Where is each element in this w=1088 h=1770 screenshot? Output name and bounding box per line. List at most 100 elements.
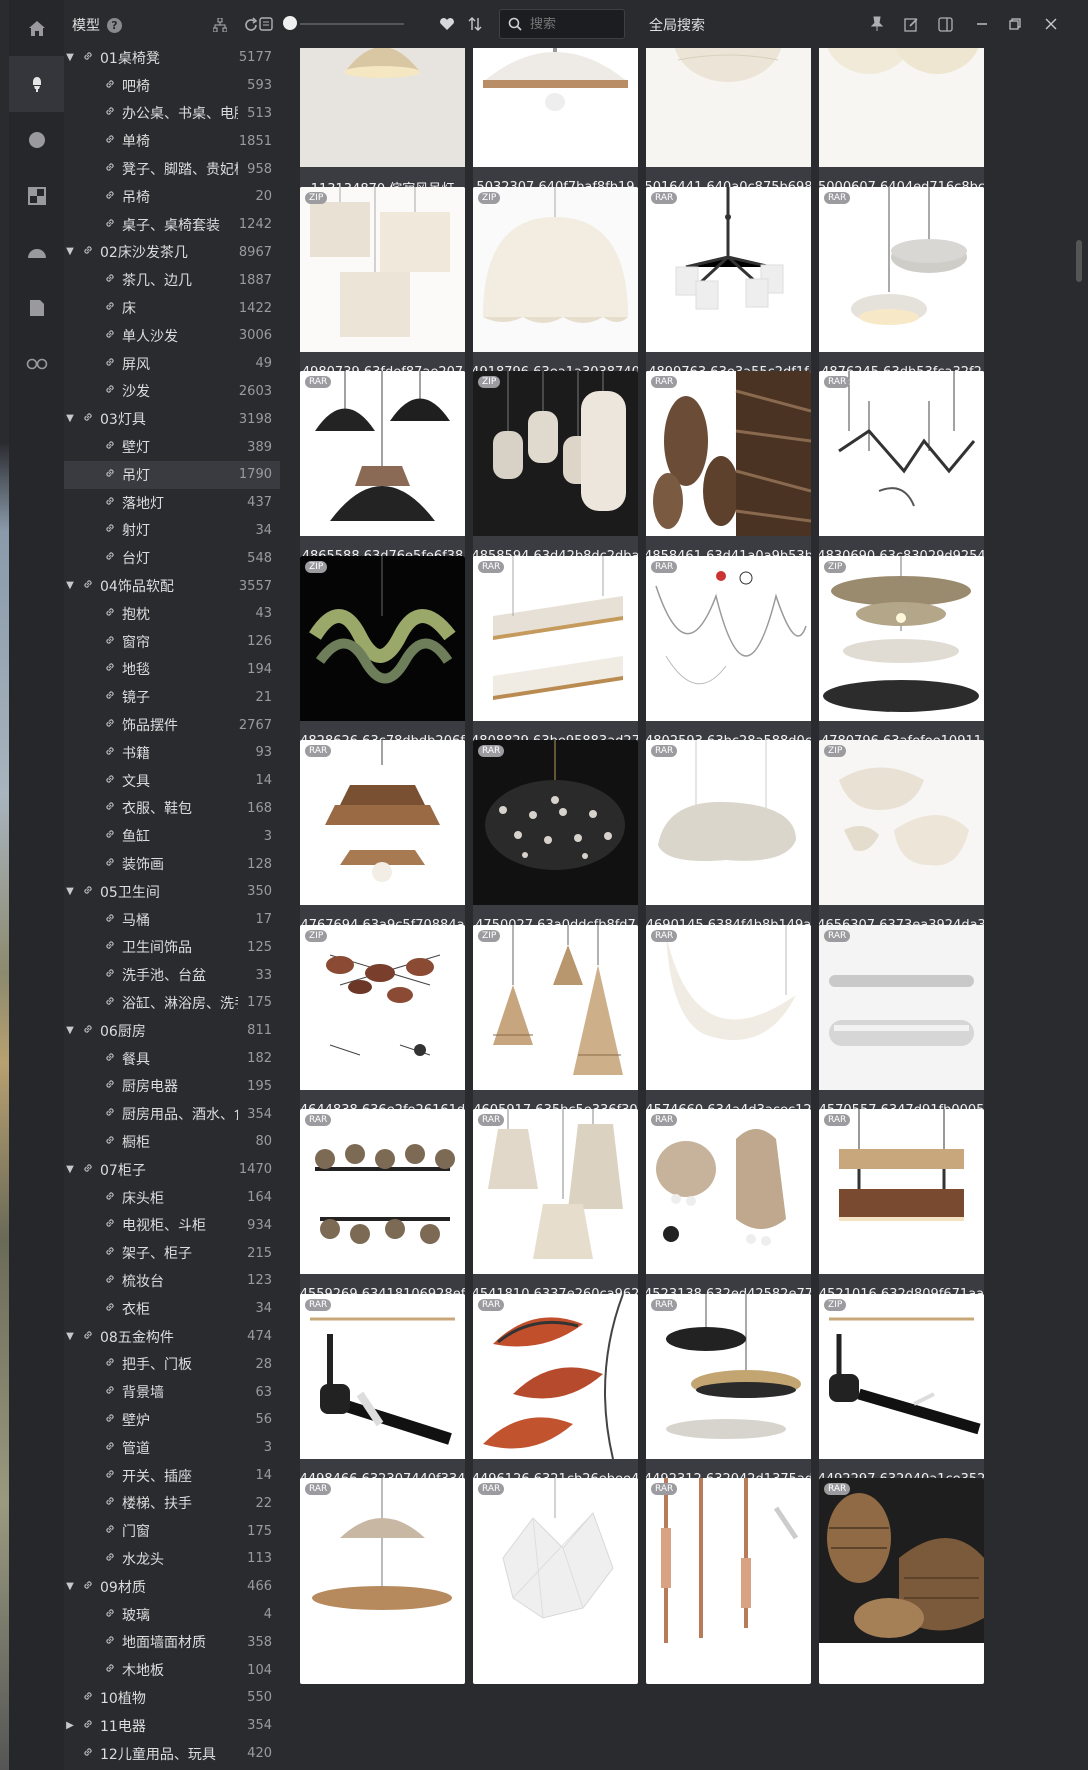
model-card[interactable]: RAR4574660.634a4d3acec12 [646,924,811,1131]
model-thumbnail[interactable] [473,371,638,536]
model-card[interactable]: RAR4750027.63a0ddcfb8fd7 [473,740,638,946]
model-icon[interactable] [9,56,64,112]
favorite-heart-icon[interactable] [435,12,459,36]
tree-item[interactable]: 单椅 1851 [64,127,280,155]
model-thumbnail[interactable] [300,1109,465,1274]
model-card[interactable]: RAR4570557.6347d91fb0005 [819,924,984,1131]
model-thumbnail[interactable] [646,924,811,1090]
grid-size-icon[interactable] [254,12,278,36]
model-card[interactable]: RAR4521016.632d809f671aa [819,1109,984,1315]
tree-category[interactable]: ▼ 06厨房 811 [64,1017,280,1045]
tree-item[interactable]: 吊椅 20 [64,183,280,211]
model-card[interactable]: RAR4802593.63bc28a588d0c [646,555,811,762]
model-card[interactable]: 5016441.640a0c875b698 [646,48,811,208]
model-card[interactable]: RAR4498466.632307440f334 [300,1293,465,1500]
model-thumbnail[interactable] [819,371,984,536]
tree-item[interactable]: 落地灯 437 [64,489,280,517]
tree-category[interactable]: 12儿童用品、玩具 420 [64,1740,280,1768]
tree-item[interactable]: 抱枕 43 [64,600,280,628]
model-thumbnail[interactable] [646,371,811,536]
tree-item[interactable]: 厨房用品、酒水、食 354 [64,1100,280,1128]
tree-category[interactable]: ▼ 02床沙发茶几 8967 [64,239,280,267]
tree-item[interactable]: 卫生间饰品 125 [64,934,280,962]
tree-item[interactable]: 单人沙发 3006 [64,322,280,350]
global-search-button[interactable]: 全局搜索 [649,15,705,35]
restore-icon[interactable] [1004,12,1026,36]
tree-item[interactable]: 鱼缸 3 [64,822,280,850]
minimize-icon[interactable] [971,12,993,36]
model-card[interactable]: ZIP4605917.635bc5e336f30 [473,924,638,1131]
model-card[interactable]: RAR4492312.632042d1375ad [646,1293,811,1500]
tree-item[interactable]: 马桶 17 [64,906,280,934]
tree-item[interactable]: 文具 14 [64,767,280,795]
tree-item[interactable]: 衣柜 34 [64,1295,280,1323]
model-thumbnail[interactable] [819,555,984,721]
model-thumbnail[interactable] [473,740,638,905]
model-card[interactable]: 5032307.640f7baf8fb19 [473,48,638,208]
tree-item[interactable]: 桌子、桌椅套装 1242 [64,211,280,239]
model-thumbnail[interactable] [646,740,811,905]
model-thumbnail[interactable] [473,555,638,721]
caret-down-icon[interactable]: ▼ [65,886,75,897]
model-card[interactable]: RAR4690145.6384f4b8b149a [646,740,811,946]
model-card[interactable]: ZIP4980739.63fdef87ae207 [300,186,465,393]
caret-down-icon[interactable]: ▼ [65,581,75,591]
tree-item[interactable]: 壁灯 389 [64,433,280,461]
tree-item[interactable]: 衣服、鞋包 168 [64,795,280,823]
model-card[interactable]: RAR4808829.63be95883ad27 [473,555,638,762]
model-thumbnail[interactable] [819,186,984,352]
tree-item[interactable]: 壁炉 56 [64,1406,280,1434]
tree-item[interactable]: 梳妆台 123 [64,1267,280,1295]
model-card[interactable]: RAR4876245.63db53fca32f2 [819,186,984,393]
material-icon[interactable] [9,112,64,168]
sort-icon[interactable] [463,12,487,36]
model-card[interactable]: RAR [300,1478,465,1684]
model-thumbnail[interactable] [473,186,638,352]
model-thumbnail[interactable] [473,1293,638,1459]
edit-icon[interactable] [900,12,922,36]
model-card[interactable]: RAR4865588.63d76e5fe6f38 [300,371,465,577]
tree-item[interactable]: 台灯 548 [64,544,280,572]
caret-down-icon[interactable]: ▼ [65,247,75,257]
model-thumbnail[interactable] [646,186,811,352]
tree-item[interactable]: 镜子 21 [64,683,280,711]
tree-category[interactable]: ▼ 04饰品软配 3557 [64,572,280,600]
tree-item[interactable]: 木地板 104 [64,1656,280,1684]
model-thumbnail[interactable] [819,1478,984,1643]
tree-item[interactable]: 窗帘 126 [64,628,280,656]
tree-item[interactable]: 办公桌、书桌、电脑椅 513 [64,100,280,128]
tree-item[interactable]: 装饰画 128 [64,850,280,878]
sidebar-toggle-icon[interactable] [934,12,956,36]
scrollbar[interactable] [1076,240,1082,282]
texture-icon[interactable] [9,168,64,224]
model-thumbnail[interactable] [300,48,465,167]
slider-handle[interactable] [283,16,297,30]
model-card[interactable]: RAR4899763.63e3a55c2df1f [646,186,811,393]
tree-item[interactable]: 洗手池、台盆 33 [64,961,280,989]
model-card[interactable]: ZIP4828626.63c78dbdb206f [300,555,465,762]
tree-category[interactable]: ▶ 11电器 354 [64,1712,280,1740]
tree-category[interactable]: 10植物 550 [64,1684,280,1712]
tree-item[interactable]: 电视柜、斗柜 934 [64,1211,280,1239]
caret-down-icon[interactable]: ▼ [65,1025,75,1036]
tree-item[interactable]: 饰品摆件 2767 [64,711,280,739]
tree-item[interactable]: 凳子、脚踏、贵妃椅 958 [64,155,280,183]
model-card[interactable]: ZIP4656307.6373ea3924da3 [819,740,984,946]
tree-item[interactable]: 管道 3 [64,1434,280,1462]
model-card[interactable]: RAR4541810.6337e260ca962 [473,1109,638,1315]
tree-item[interactable]: 书籍 93 [64,739,280,767]
model-card[interactable]: RAR [473,1478,638,1684]
model-thumbnail[interactable] [300,1293,465,1459]
tree-item[interactable]: 吧椅 593 [64,72,280,100]
model-card[interactable]: ZIP4918796.63ea1a3038740 [473,186,638,393]
model-thumbnail[interactable] [646,1109,811,1274]
link-icon[interactable] [9,336,64,392]
model-thumbnail[interactable] [473,1109,638,1274]
search-box[interactable] [499,9,625,39]
model-thumbnail[interactable] [473,1478,638,1643]
model-thumbnail[interactable] [819,740,984,905]
model-card[interactable]: RAR4767694.63a9c5f70884a [300,740,465,946]
tree-item[interactable]: 茶几、边几 1887 [64,266,280,294]
model-thumbnail[interactable] [300,186,465,352]
caret-down-icon[interactable]: ▼ [65,1581,75,1592]
